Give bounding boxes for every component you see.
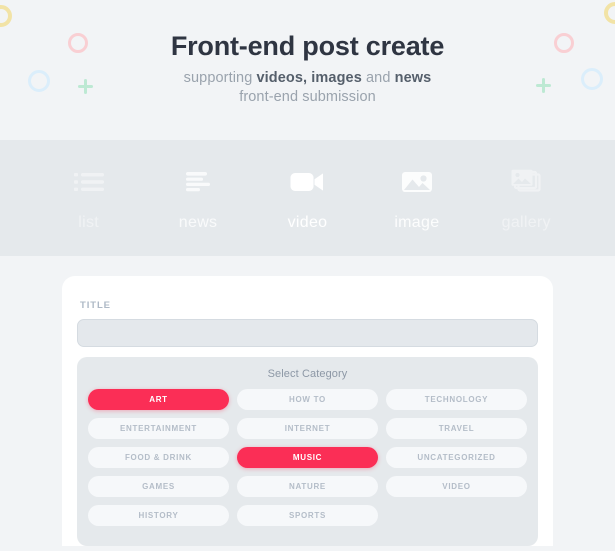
- gallery-stack-icon: [510, 165, 542, 199]
- category-chip-travel[interactable]: TRAVEL: [386, 418, 527, 439]
- ring-blue-right: [581, 68, 603, 90]
- category-columns: ART ENTERTAINMENT FOOD & DRINK GAMES HISTORY…: [88, 389, 527, 526]
- app-root: Front-end post create supporting videos,…: [0, 0, 615, 551]
- bulleted-list-icon: [73, 165, 104, 199]
- category-chip-sports[interactable]: SPORTS: [237, 505, 378, 526]
- nav-item-image[interactable]: image: [371, 165, 463, 231]
- category-chip-nature[interactable]: NATURE: [237, 476, 378, 497]
- article-lines-icon: [185, 165, 211, 199]
- subtitle-line-two: front-end submission: [239, 89, 376, 106]
- category-column: HOW TO INTERNET MUSIC NATURE SPORTS: [237, 389, 378, 526]
- ring-yellow-right: [604, 2, 615, 24]
- nav-item-label: gallery: [501, 214, 551, 231]
- subtitle-emphasis-news: news: [394, 69, 432, 86]
- page-title: Front-end post create: [170, 31, 445, 62]
- ring-blue-left: [28, 70, 50, 92]
- category-chip-food-drink[interactable]: FOOD & DRINK: [88, 447, 229, 468]
- page-subtitle: supporting videos, images and news front…: [184, 69, 432, 108]
- category-chip-video[interactable]: VIDEO: [386, 476, 527, 497]
- category-column: TECHNOLOGY TRAVEL UNCATEGORIZED VIDEO: [386, 389, 527, 526]
- plus-green-left: [78, 79, 93, 94]
- nav-item-label: list: [78, 214, 100, 231]
- picture-icon: [401, 165, 433, 199]
- nav-item-label: video: [287, 214, 328, 231]
- category-chip-entertainment[interactable]: ENTERTAINMENT: [88, 418, 229, 439]
- category-column: ART ENTERTAINMENT FOOD & DRINK GAMES HISTORY: [88, 389, 229, 526]
- title-field-label: TITLE: [80, 300, 111, 311]
- nav-item-label: image: [394, 214, 440, 231]
- post-create-card: TITLE Select Category ART ENTERTAINMENT FO…: [62, 276, 553, 546]
- plus-green-right: [536, 78, 551, 93]
- category-panel: Select Category ART ENTERTAINMENT FOOD & D…: [77, 357, 538, 546]
- category-chip-history[interactable]: HISTORY: [88, 505, 229, 526]
- post-format-navbar: list news video image gallery: [0, 140, 615, 256]
- video-camera-icon: [290, 165, 324, 199]
- category-chip-art[interactable]: ART: [88, 389, 229, 410]
- category-chip-games[interactable]: GAMES: [88, 476, 229, 497]
- category-chip-music[interactable]: MUSIC: [237, 447, 378, 468]
- nav-item-video[interactable]: video: [261, 165, 353, 231]
- hero-header: Front-end post create supporting videos,…: [0, 0, 615, 140]
- category-panel-heading: Select Category: [267, 368, 348, 380]
- title-input[interactable]: [77, 319, 538, 347]
- category-chip-uncategorized[interactable]: UNCATEGORIZED: [386, 447, 527, 468]
- nav-item-gallery[interactable]: gallery: [480, 165, 572, 231]
- category-chip-technology[interactable]: TECHNOLOGY: [386, 389, 527, 410]
- ring-yellow-left: [0, 5, 12, 27]
- nav-item-list[interactable]: list: [43, 165, 135, 231]
- ring-pink-left: [68, 33, 88, 53]
- category-chip-how-to[interactable]: HOW TO: [237, 389, 378, 410]
- nav-item-news[interactable]: news: [152, 165, 244, 231]
- subtitle-emphasis-media: videos, images: [256, 69, 362, 86]
- nav-item-label: news: [178, 214, 218, 231]
- category-chip-internet[interactable]: INTERNET: [237, 418, 378, 439]
- post-format-nav-list: list news video image gallery: [0, 165, 615, 231]
- subtitle-text-a: supporting: [183, 69, 257, 86]
- ring-pink-right: [554, 33, 574, 53]
- subtitle-text-b: and: [361, 69, 395, 86]
